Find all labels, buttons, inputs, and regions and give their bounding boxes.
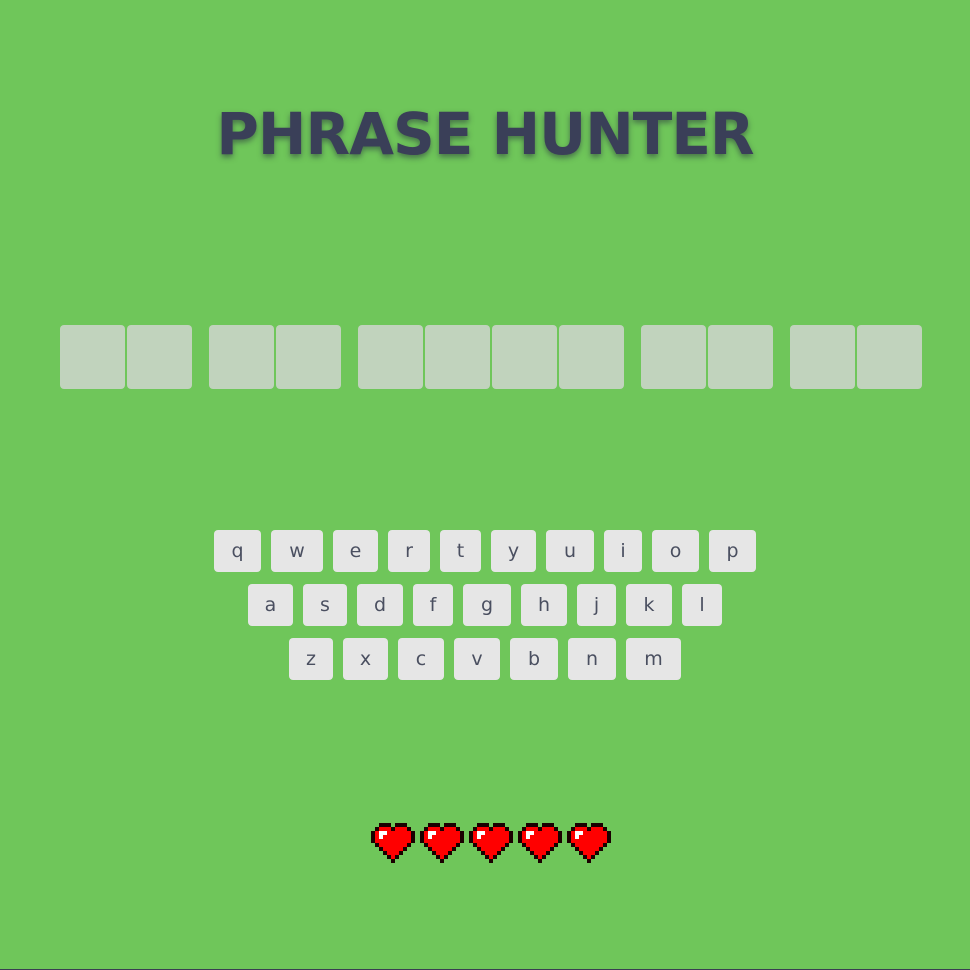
key-z[interactable]: z	[289, 638, 333, 680]
key-l[interactable]: l	[682, 584, 722, 626]
key-j[interactable]: j	[577, 584, 616, 626]
key-a[interactable]: a	[248, 584, 293, 626]
key-k[interactable]: k	[626, 584, 672, 626]
key-d[interactable]: d	[357, 584, 403, 626]
letter-tile	[60, 325, 125, 389]
key-m[interactable]: m	[626, 638, 681, 680]
key-u[interactable]: u	[546, 530, 594, 572]
heart-icon	[567, 823, 611, 863]
letter-tile	[209, 325, 274, 389]
letter-tile	[641, 325, 706, 389]
key-i[interactable]: i	[604, 530, 642, 572]
key-g[interactable]: g	[463, 584, 511, 626]
key-r[interactable]: r	[388, 530, 430, 572]
letter-tile	[857, 325, 922, 389]
letter-tile	[425, 325, 490, 389]
heart-icon	[518, 823, 562, 863]
key-p[interactable]: p	[709, 530, 756, 572]
heart-icon	[371, 823, 415, 863]
key-q[interactable]: q	[214, 530, 261, 572]
letter-tile	[790, 325, 855, 389]
game-title: PHRASE HUNTER	[216, 100, 754, 168]
key-o[interactable]: o	[652, 530, 699, 572]
key-v[interactable]: v	[454, 638, 500, 680]
letter-tile	[127, 325, 192, 389]
letter-tile	[492, 325, 557, 389]
key-h[interactable]: h	[521, 584, 567, 626]
key-f[interactable]: f	[413, 584, 453, 626]
key-n[interactable]: n	[568, 638, 616, 680]
key-e[interactable]: e	[333, 530, 378, 572]
key-c[interactable]: c	[398, 638, 444, 680]
key-t[interactable]: t	[440, 530, 481, 572]
key-y[interactable]: y	[491, 530, 536, 572]
key-w[interactable]: w	[271, 530, 323, 572]
letter-tile	[276, 325, 341, 389]
letter-tile	[708, 325, 773, 389]
heart-icon	[469, 823, 513, 863]
key-s[interactable]: s	[303, 584, 347, 626]
letter-tile	[358, 325, 423, 389]
key-b[interactable]: b	[510, 638, 558, 680]
heart-icon	[420, 823, 464, 863]
letter-tile	[559, 325, 624, 389]
key-x[interactable]: x	[343, 638, 388, 680]
